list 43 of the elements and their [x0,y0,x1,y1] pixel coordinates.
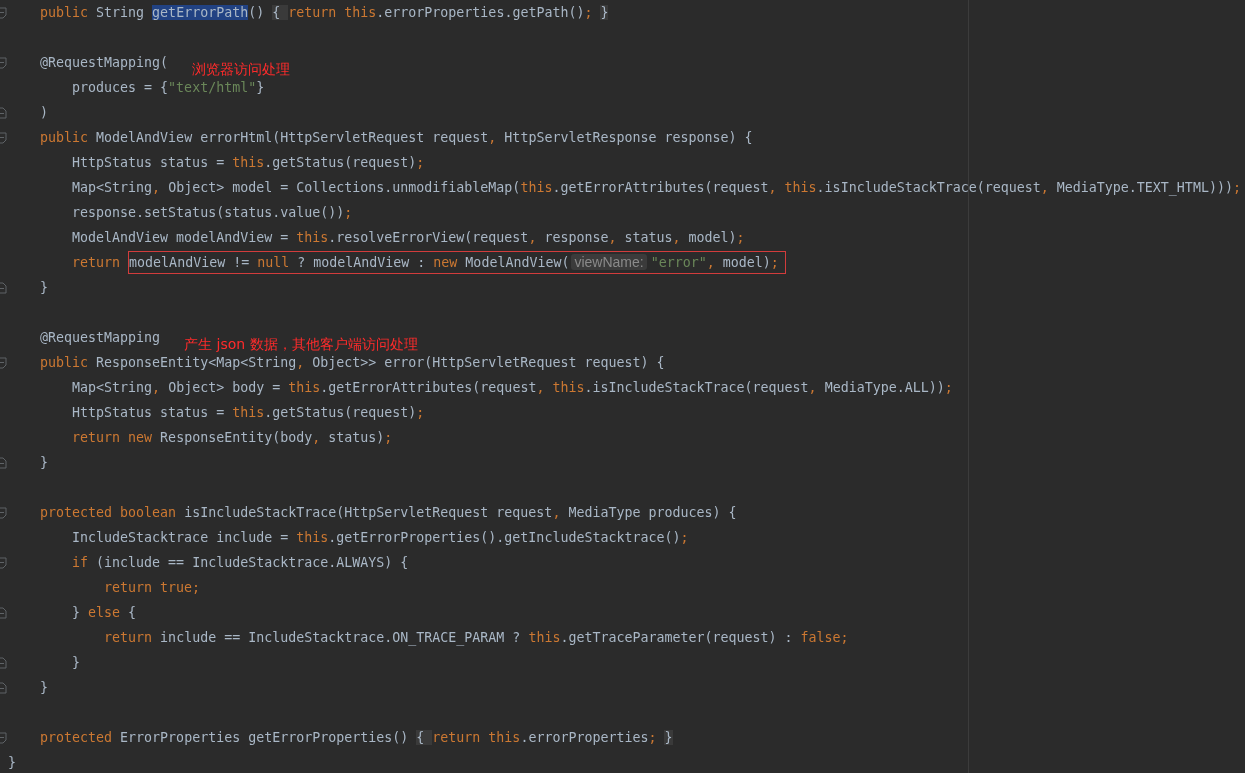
code-line: public ResponseEntity<Map<String, Object>> error(HttpServletRequest request) { [39,353,665,372]
code-line: @RequestMapping [39,328,161,347]
code-line: } [39,453,49,472]
fold-icon[interactable] [0,506,7,519]
code-line: HttpStatus status = this.getStatus(request); [71,403,425,422]
code-line: return include == IncludeStacktrace.ON_TRACE_PARAM ? this.getTraceParameter(request) : false; [103,628,849,648]
code-line: ) [39,103,49,122]
annotation-note: 浏览器访问处理 [192,60,291,79]
code-line: return new ResponseEntity(body, status); [71,428,393,447]
code-line: } [39,678,49,697]
fold-icon[interactable] [0,556,7,569]
code-line: public String getErrorPath() { return this.errorProperties.getPath(); } [39,3,609,22]
fold-icon[interactable] [0,106,7,119]
code-line: produces = {"text/html"} [71,78,265,97]
fold-icon[interactable] [0,681,7,694]
code-line: Map<String, Object> body = this.getErrorAttributes(request, this.isIncludeStackTrace(request, MediaType.ALL)); [71,378,953,397]
code-line: return [71,253,122,272]
annotation-note: 产生 json 数据，其他客户端访问处理 [184,335,418,354]
code-line: } [39,278,49,297]
fold-icon[interactable] [0,356,7,369]
code-line: ModelAndView modelAndView = this.resolveErrorView(request, response, status, model); [71,228,745,247]
fold-icon[interactable] [0,456,7,469]
code-line: } [8,753,16,772]
code-line: HttpStatus status = this.getStatus(request); [71,153,425,172]
code-line: Map<String, Object> model = Collections.unmodifiableMap(this.getErrorAttributes(request, this.isIncludeStackTrace(request, MediaType.TEXT_HTML))); [71,178,1241,198]
highlight-box: modelAndView != null ? modelAndView : new ModelAndView( viewName: "error", model); [128,251,786,274]
code-line: if (include == IncludeStacktrace.ALWAYS) { [71,553,409,572]
code-line: response.setStatus(status.value()); [71,203,353,222]
fold-icon[interactable] [0,281,7,294]
code-line: @RequestMapping( [39,53,169,72]
code-line: protected boolean isIncludeStackTrace(HttpServletRequest request, MediaType produces) { [39,503,737,522]
code-line: } [71,653,81,672]
code-line: } else { [71,603,137,622]
code-line: IncludeStacktrace include = this.getErrorProperties().getIncludeStacktrace(); [71,528,689,547]
code-line: return true; [103,578,201,597]
fold-icon[interactable] [0,131,7,144]
fold-icon[interactable] [0,606,7,619]
code-line: public ModelAndView errorHtml(HttpServletRequest request, HttpServletResponse response) { [39,128,753,147]
code-line: protected ErrorProperties getErrorProperties() { return this.errorProperties; } [39,728,673,747]
fold-icon[interactable] [0,656,7,669]
fold-icon[interactable] [0,6,7,19]
fold-icon[interactable] [0,731,7,744]
fold-icon[interactable] [0,56,7,69]
